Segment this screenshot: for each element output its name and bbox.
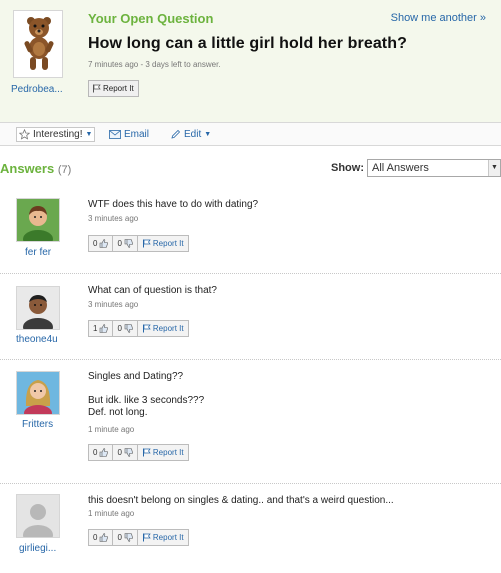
report-label: Report It [152, 448, 184, 457]
answer-time: 1 minute ago [88, 509, 135, 518]
question-title: How long can a little girl hold her brea… [88, 35, 407, 52]
answers-count: (7) [57, 164, 72, 176]
answerer-name[interactable]: fer fer [25, 247, 51, 258]
thumbs-up-button[interactable]: 1 [89, 321, 114, 336]
report-label: Report It [103, 84, 134, 93]
thumbs-down-button[interactable]: 0 [113, 321, 138, 336]
thumbs-down-count: 0 [117, 448, 122, 457]
thumbs-down-count: 0 [117, 324, 122, 333]
avatar[interactable] [16, 286, 60, 336]
thumbs-up-icon [100, 533, 109, 542]
interesting-button[interactable]: Interesting! ▼ [16, 127, 96, 142]
asker-avatar[interactable] [13, 10, 63, 78]
answer-vote-bar: 0 0 Report It [88, 529, 189, 546]
thumbs-down-button[interactable]: 0 [113, 530, 138, 545]
answer-text: What can of question is that? [88, 285, 217, 296]
report-label: Report It [152, 239, 184, 248]
thumbs-down-button[interactable]: 0 [113, 445, 138, 460]
thumbs-down-count: 0 [117, 533, 122, 542]
thumbs-up-count: 0 [93, 448, 98, 457]
default-avatar-icon [17, 495, 59, 545]
question-action-bar: Interesting! ▼ Email Edit ▼ [0, 122, 501, 146]
thumbs-up-icon [100, 239, 109, 248]
answer-time: 1 minute ago [88, 425, 135, 434]
answer-item: fer fer WTF does this have to do with da… [0, 190, 501, 274]
show-another-link[interactable]: Show me another » [391, 12, 486, 24]
thumbs-up-count: 0 [93, 239, 98, 248]
report-answer-button[interactable]: Report It [138, 321, 188, 336]
flag-icon [93, 84, 101, 93]
email-label: Email [124, 129, 150, 140]
avatar-icon [17, 372, 59, 421]
answerer-name[interactable]: Fritters [22, 419, 53, 430]
answer-item: girliegi... this doesn't belong on singl… [0, 484, 501, 573]
answer-item: theone4u What can of question is that? 3… [0, 274, 501, 360]
thumbs-down-icon [124, 533, 133, 542]
report-label: Report It [152, 533, 184, 542]
thumbs-down-button[interactable]: 0 [113, 236, 138, 251]
answer-time: 3 minutes ago [88, 300, 139, 309]
thumbs-down-icon [124, 239, 133, 248]
show-filter-value: All Answers [372, 162, 429, 174]
chevron-down-icon: ▼ [85, 131, 93, 138]
bear-avatar-icon [24, 17, 54, 70]
avatar-icon [17, 287, 59, 336]
answer-text: WTF does this have to do with dating? [88, 199, 259, 210]
thumbs-down-count: 0 [117, 239, 122, 248]
answer-item: Fritters Singles and Dating?? But idk. l… [0, 360, 501, 484]
report-answer-button[interactable]: Report It [138, 236, 188, 251]
star-icon [19, 129, 30, 140]
answers-heading: Answers (7) [0, 161, 71, 176]
answers-title: Answers [0, 161, 55, 176]
answer-text: this doesn't belong on singles & dating.… [88, 495, 394, 506]
chevron-down-icon: ▼ [204, 131, 212, 138]
answer-vote-bar: 0 0 Report It [88, 444, 189, 461]
interesting-label: Interesting! [33, 129, 83, 140]
answer-vote-bar: 1 0 Report It [88, 320, 189, 337]
flag-icon [142, 324, 151, 333]
avatar[interactable] [16, 371, 60, 421]
answer-text: Singles and Dating?? But idk. like 3 sec… [88, 371, 205, 418]
question-panel: Pedrobea... Your Open Question Show me a… [0, 0, 501, 122]
thumbs-up-icon [100, 324, 109, 333]
envelope-icon [109, 130, 121, 139]
avatar[interactable] [16, 494, 60, 545]
avatar-icon [17, 199, 59, 248]
thumbs-down-icon [124, 448, 133, 457]
edit-label: Edit [184, 129, 202, 140]
asker-name[interactable]: Pedrobea... [11, 84, 63, 95]
report-label: Report It [152, 324, 184, 333]
email-button[interactable]: Email [109, 127, 149, 142]
thumbs-up-button[interactable]: 0 [89, 530, 114, 545]
answerer-name[interactable]: theone4u [16, 334, 58, 345]
show-filter-select[interactable]: All Answers ▼ [367, 159, 501, 177]
show-filter-label: Show: [331, 162, 364, 174]
flag-icon [142, 533, 151, 542]
question-label: Your Open Question [88, 11, 214, 26]
thumbs-up-button[interactable]: 0 [89, 236, 114, 251]
report-answer-button[interactable]: Report It [138, 445, 188, 460]
thumbs-up-button[interactable]: 0 [89, 445, 114, 460]
thumbs-up-count: 0 [93, 533, 98, 542]
edit-button[interactable]: Edit ▼ [170, 127, 211, 142]
report-answer-button[interactable]: Report It [138, 530, 188, 545]
thumbs-down-icon [124, 324, 133, 333]
report-question-button[interactable]: Report It [88, 80, 139, 97]
avatar[interactable] [16, 198, 60, 248]
answerer-name[interactable]: girliegi... [19, 543, 56, 554]
flag-icon [142, 448, 151, 457]
thumbs-up-count: 1 [93, 324, 98, 333]
answer-time: 3 minutes ago [88, 214, 139, 223]
flag-icon [142, 239, 151, 248]
thumbs-up-icon [100, 448, 109, 457]
pencil-icon [171, 129, 181, 139]
chevron-down-icon: ▼ [488, 160, 500, 176]
question-meta: 7 minutes ago - 3 days left to answer. [88, 60, 221, 69]
answer-vote-bar: 0 0 Report It [88, 235, 189, 252]
